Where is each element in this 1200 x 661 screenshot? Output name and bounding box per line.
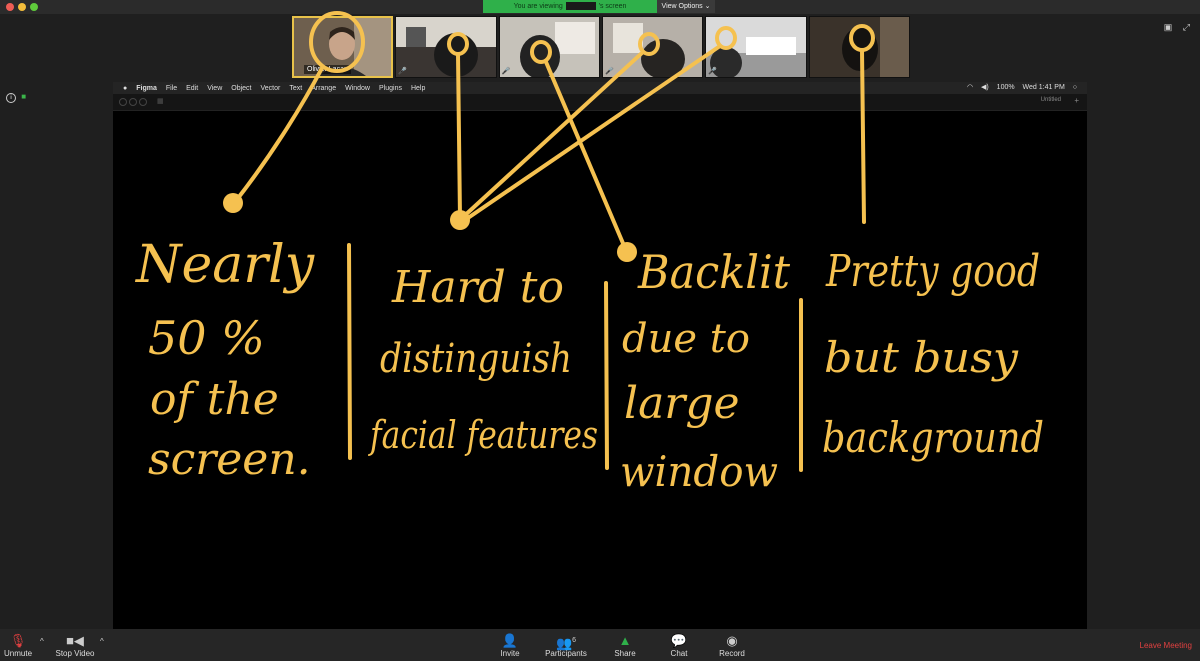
menu-item[interactable]: Help xyxy=(411,85,425,92)
audio-options-chevron-icon[interactable]: ^ xyxy=(40,637,44,646)
viewing-prefix: You are viewing xyxy=(513,3,563,10)
muted-mic-icon: 🎙 xyxy=(9,633,27,648)
chat-bubble-icon: 💬 xyxy=(670,633,688,648)
menu-item[interactable]: Arrange xyxy=(311,85,336,92)
volume-icon[interactable]: ◀) xyxy=(981,84,989,91)
invite-person-icon: 👤 xyxy=(501,633,519,648)
new-tab-button[interactable]: + xyxy=(1074,96,1079,105)
record-icon: ◉ xyxy=(726,633,738,648)
muted-mic-icon: 🎤 xyxy=(501,68,511,75)
window-minimize-button[interactable] xyxy=(129,98,137,106)
top-right-controls: ▣ ⤢ xyxy=(1164,22,1190,33)
participant-video-image xyxy=(809,17,910,77)
spotlight-icon[interactable]: ○ xyxy=(1073,84,1077,91)
invite-label: Invite xyxy=(500,649,520,658)
viewing-banner: You are viewing 's screen xyxy=(483,0,657,13)
maximize-window-button[interactable] xyxy=(30,3,38,11)
menu-item[interactable]: Text xyxy=(289,85,302,92)
video-thumbnail[interactable]: 🎤 xyxy=(498,16,601,78)
chat-label: Chat xyxy=(670,649,688,658)
participant-video-image xyxy=(396,17,496,77)
video-thumbnail[interactable]: 🎤 xyxy=(602,16,704,78)
wifi-icon[interactable]: ◠ xyxy=(967,84,973,91)
meeting-status-icons: i ■ xyxy=(6,92,26,103)
clock[interactable]: Wed 1:41 PM xyxy=(1023,84,1065,91)
figma-window-toolbar: ▦ Untitled + xyxy=(113,94,1087,111)
info-icon[interactable]: i xyxy=(6,93,16,103)
fullscreen-icon[interactable]: ⤢ xyxy=(1183,22,1190,32)
menu-item[interactable]: Plugins xyxy=(379,85,402,92)
participant-name: Olivier Lacan xyxy=(304,65,351,74)
video-thumbnail-strip: Olivier Lacan 🎤 🎤 🎤 🎤 xyxy=(292,16,912,78)
participants-count: 6 xyxy=(572,637,577,644)
participant-video-image xyxy=(499,17,600,77)
muted-mic-icon: 🎤 xyxy=(708,68,718,75)
menu-item[interactable]: Vector xyxy=(260,85,280,92)
speaker-view-icon[interactable]: ▣ xyxy=(1164,22,1173,32)
menu-app-name[interactable]: Figma xyxy=(136,85,157,92)
muted-mic-icon: 🎤 xyxy=(398,68,408,75)
menu-item[interactable]: View xyxy=(207,85,222,92)
participant-video-image xyxy=(603,17,703,77)
participants-button[interactable]: 👥6 Participants xyxy=(543,632,589,658)
unmute-label: Unmute xyxy=(4,649,33,658)
video-thumbnail[interactable]: 🎤 xyxy=(705,16,807,78)
unmute-button[interactable]: 🎙 Unmute xyxy=(4,632,32,658)
leave-meeting-button[interactable]: Leave Meeting xyxy=(1140,641,1192,650)
video-camera-icon: ■◀ xyxy=(66,633,84,648)
participants-label: Participants xyxy=(545,649,587,658)
close-window-button[interactable] xyxy=(6,3,14,11)
mac-menu-bar: ● Figma File Edit View Object Vector Tex… xyxy=(113,82,1087,94)
grid-icon[interactable]: ▦ xyxy=(157,97,164,105)
viewing-suffix: 's screen xyxy=(598,3,627,10)
share-button[interactable]: ▲ Share xyxy=(612,632,638,658)
meeting-controls-bar: 🎙 Unmute ^ ■◀ Stop Video ^ 👤 Invite 👥6 P… xyxy=(0,629,1200,661)
participant-video-image xyxy=(706,17,806,77)
share-screen-icon: ▲ xyxy=(618,633,632,648)
window-close-button[interactable] xyxy=(119,98,127,106)
mac-status-area: ◠ ◀) 100% Wed 1:41 PM ○ xyxy=(961,82,1077,94)
record-label: Record xyxy=(719,649,745,658)
view-options-button[interactable]: View Options ⌄ xyxy=(657,0,715,13)
window-zoom-button[interactable] xyxy=(139,98,147,106)
shared-screen: ● Figma File Edit View Object Vector Tex… xyxy=(113,82,1087,629)
battery-label[interactable]: 100% xyxy=(997,84,1015,91)
stop-video-button[interactable]: ■◀ Stop Video xyxy=(54,632,96,658)
document-tab[interactable]: Untitled xyxy=(1041,97,1061,103)
menu-item[interactable]: File xyxy=(166,85,177,92)
participants-icon: 👥6 xyxy=(555,635,577,651)
redacted-name xyxy=(565,2,596,11)
video-thumbnail[interactable]: Olivier Lacan xyxy=(292,16,394,78)
video-options-chevron-icon[interactable]: ^ xyxy=(100,637,104,646)
minimize-window-button[interactable] xyxy=(18,3,26,11)
menu-item[interactable]: Edit xyxy=(186,85,198,92)
menu-item[interactable]: Window xyxy=(345,85,370,92)
invite-button[interactable]: 👤 Invite xyxy=(497,632,523,658)
apple-menu-icon[interactable]: ● xyxy=(123,85,127,92)
menu-item[interactable]: Object xyxy=(231,85,251,92)
video-thumbnail[interactable] xyxy=(808,16,911,78)
encryption-lock-icon[interactable]: ■ xyxy=(21,92,26,101)
record-button[interactable]: ◉ Record xyxy=(716,632,748,658)
zoom-top-bar: You are viewing 's screen View Options ⌄ xyxy=(0,0,1200,14)
share-label: Share xyxy=(614,649,636,658)
stop-video-label: Stop Video xyxy=(55,649,95,658)
muted-mic-icon: 🎤 xyxy=(605,68,614,75)
chat-button[interactable]: 💬 Chat xyxy=(666,632,692,658)
video-thumbnail[interactable]: 🎤 xyxy=(395,16,497,78)
